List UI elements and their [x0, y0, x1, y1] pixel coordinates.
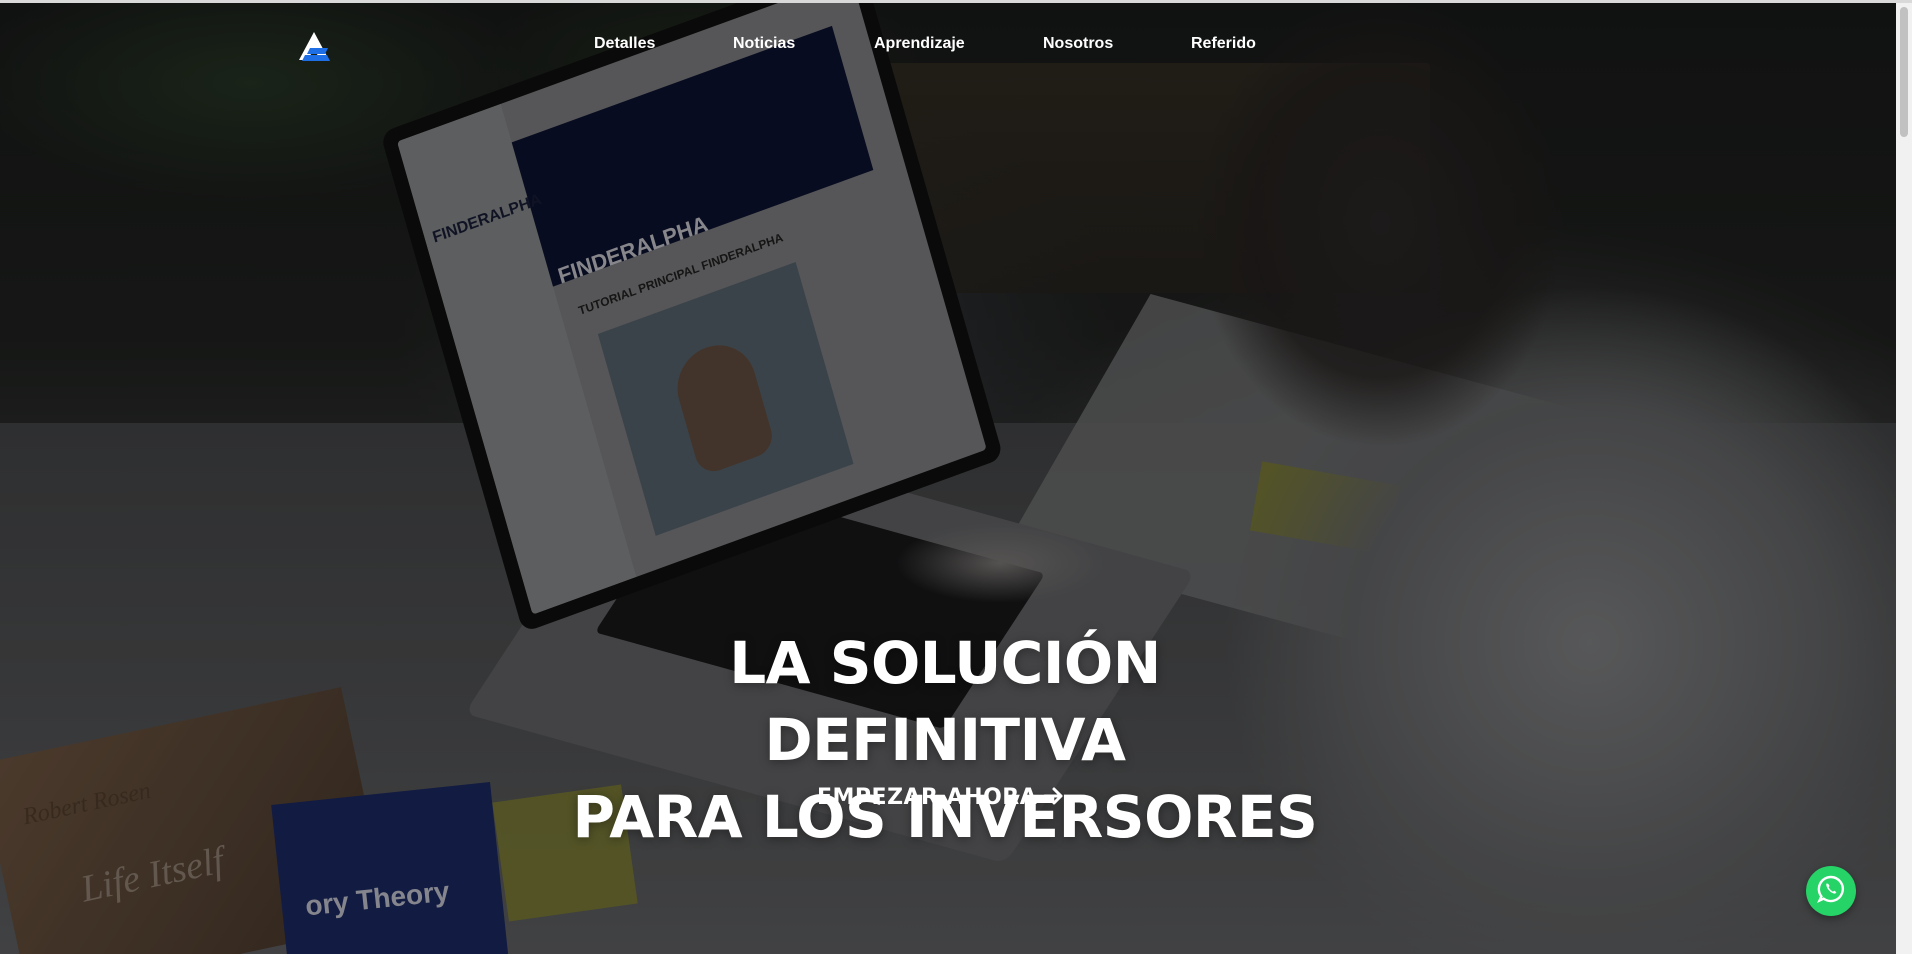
window-top-border — [0, 0, 1912, 3]
arrow-right-icon — [1043, 786, 1065, 810]
whatsapp-icon — [1816, 874, 1846, 909]
hero-title-line-1: LA SOLUCIÓN DEFINITIVA — [729, 629, 1161, 774]
finderalpha-logo-icon[interactable] — [297, 30, 331, 62]
scrollbar-thumb[interactable] — [1900, 7, 1908, 137]
nav-link-detalles[interactable]: Detalles — [594, 35, 655, 53]
nav-link-nosotros[interactable]: Nosotros — [1043, 35, 1113, 53]
cta-label: EMPEZAR AHORA — [817, 785, 1038, 810]
whatsapp-button[interactable] — [1806, 866, 1856, 916]
page-scrollbar[interactable] — [1896, 3, 1912, 954]
hero-title: LA SOLUCIÓN DEFINITIVA PARA LOS INVERSOR… — [545, 625, 1345, 856]
nav-link-aprendizaje[interactable]: Aprendizaje — [874, 35, 965, 53]
empezar-ahora-button[interactable]: EMPEZAR AHORA — [817, 785, 1065, 810]
nav-link-noticias[interactable]: Noticias — [733, 35, 795, 53]
nav-link-referido[interactable]: Referido — [1191, 35, 1256, 53]
